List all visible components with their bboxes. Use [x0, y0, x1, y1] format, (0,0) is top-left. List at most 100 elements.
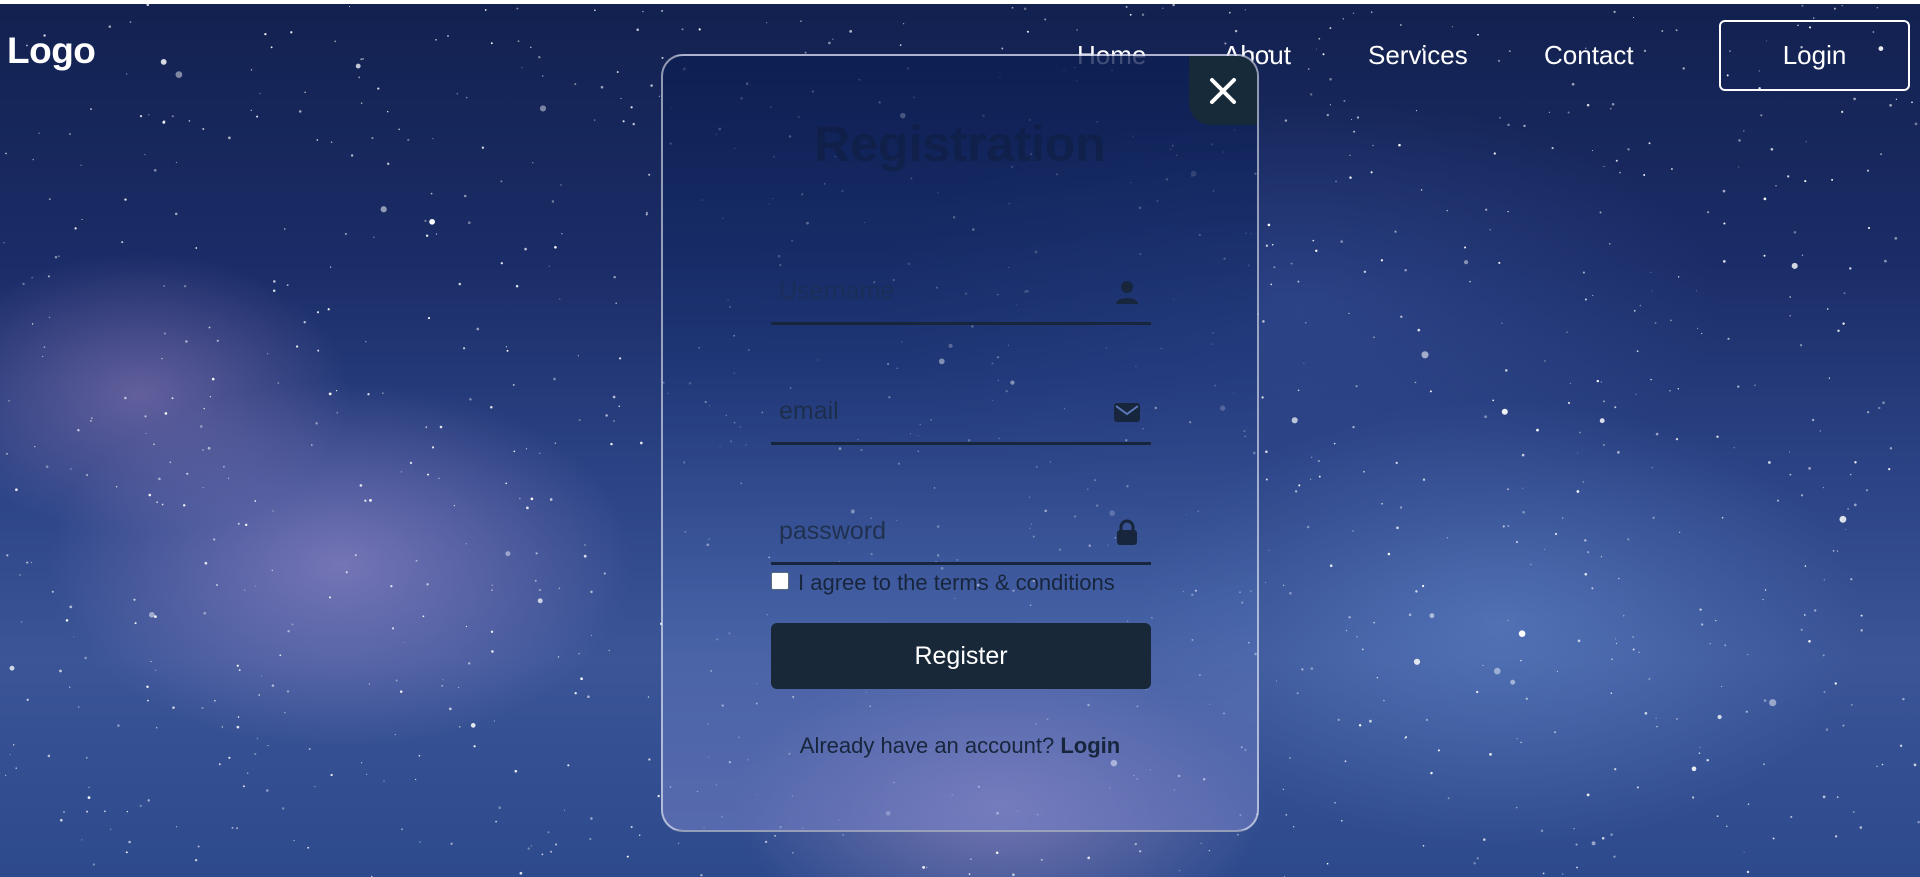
- register-button[interactable]: Register: [771, 623, 1151, 689]
- star: [465, 96, 468, 99]
- star: [1696, 290, 1698, 292]
- star: [156, 501, 158, 503]
- star: [456, 93, 458, 95]
- star: [256, 737, 259, 740]
- star: [250, 109, 252, 111]
- star: [1635, 393, 1637, 395]
- star: [146, 685, 149, 689]
- star: [1911, 101, 1913, 104]
- star: [1398, 143, 1401, 147]
- star: [139, 804, 142, 808]
- star: [1613, 10, 1616, 14]
- star: [1373, 622, 1375, 624]
- star: [538, 452, 541, 455]
- star: [1208, 849, 1211, 852]
- star: [244, 589, 246, 591]
- star: [364, 340, 367, 343]
- star: [1556, 670, 1559, 673]
- star: [1610, 833, 1613, 836]
- star: [493, 720, 495, 722]
- star: [1823, 690, 1826, 693]
- star: [1345, 629, 1348, 632]
- login-link[interactable]: Login: [1060, 733, 1120, 758]
- close-button[interactable]: [1189, 56, 1257, 125]
- star: [1811, 418, 1815, 422]
- star: [1639, 304, 1642, 307]
- star: [1310, 667, 1314, 670]
- email-input[interactable]: [771, 382, 1099, 440]
- star: [495, 820, 497, 823]
- terms-checkbox[interactable]: [771, 572, 789, 590]
- star: [1793, 231, 1797, 234]
- close-icon: [1210, 77, 1236, 104]
- star: [418, 755, 421, 757]
- star: [153, 168, 157, 172]
- star: [618, 405, 621, 408]
- star: [620, 97, 622, 99]
- star: [1738, 139, 1741, 142]
- star: [1721, 516, 1724, 519]
- star: [391, 627, 395, 630]
- star: [463, 194, 467, 198]
- nav-link-contact[interactable]: Contact: [1544, 42, 1634, 68]
- star: [610, 442, 613, 446]
- star: [48, 316, 51, 319]
- star: [1825, 728, 1829, 731]
- star: [1770, 147, 1774, 151]
- star: [144, 153, 146, 156]
- star: [129, 21, 132, 23]
- login-prompt: Already have an account? Login: [663, 733, 1257, 759]
- star: [429, 218, 435, 225]
- star: [431, 446, 435, 449]
- star: [207, 446, 211, 450]
- star: [1762, 598, 1764, 601]
- logo[interactable]: Logo: [7, 32, 96, 69]
- star: [553, 377, 556, 381]
- nav-link-services[interactable]: Services: [1368, 42, 1468, 68]
- star: [1865, 489, 1868, 492]
- star: [1372, 144, 1374, 147]
- star: [1267, 223, 1271, 227]
- star: [1394, 230, 1397, 233]
- star: [1551, 147, 1554, 150]
- star: [60, 818, 63, 822]
- star: [1777, 499, 1779, 502]
- username-input[interactable]: [771, 262, 1099, 320]
- star: [163, 332, 167, 335]
- star: [1716, 815, 1719, 817]
- star: [828, 41, 831, 45]
- star: [1775, 185, 1777, 187]
- star: [554, 246, 557, 249]
- star: [1914, 122, 1918, 126]
- star: [1485, 208, 1488, 211]
- star: [290, 31, 293, 34]
- star: [221, 726, 223, 728]
- star: [34, 446, 36, 448]
- star: [183, 284, 187, 288]
- star: [1502, 525, 1505, 528]
- star: [1530, 563, 1532, 566]
- star: [439, 425, 443, 429]
- star: [1464, 260, 1469, 265]
- password-input[interactable]: [771, 502, 1099, 560]
- star: [1609, 243, 1611, 245]
- star: [1707, 211, 1710, 214]
- star: [538, 588, 542, 592]
- star: [171, 115, 174, 118]
- star: [1536, 428, 1539, 432]
- star: [903, 23, 905, 25]
- star: [1282, 788, 1284, 790]
- star: [1417, 328, 1421, 332]
- star: [647, 696, 650, 698]
- nav-login-button[interactable]: Login: [1719, 20, 1910, 91]
- star: [169, 461, 172, 464]
- star: [424, 219, 427, 223]
- star: [1322, 53, 1325, 56]
- star: [1515, 540, 1518, 544]
- star: [1899, 744, 1903, 747]
- star: [172, 706, 175, 709]
- star: [1763, 699, 1767, 702]
- star: [473, 745, 476, 748]
- star: [1655, 432, 1659, 436]
- star: [1675, 29, 1678, 32]
